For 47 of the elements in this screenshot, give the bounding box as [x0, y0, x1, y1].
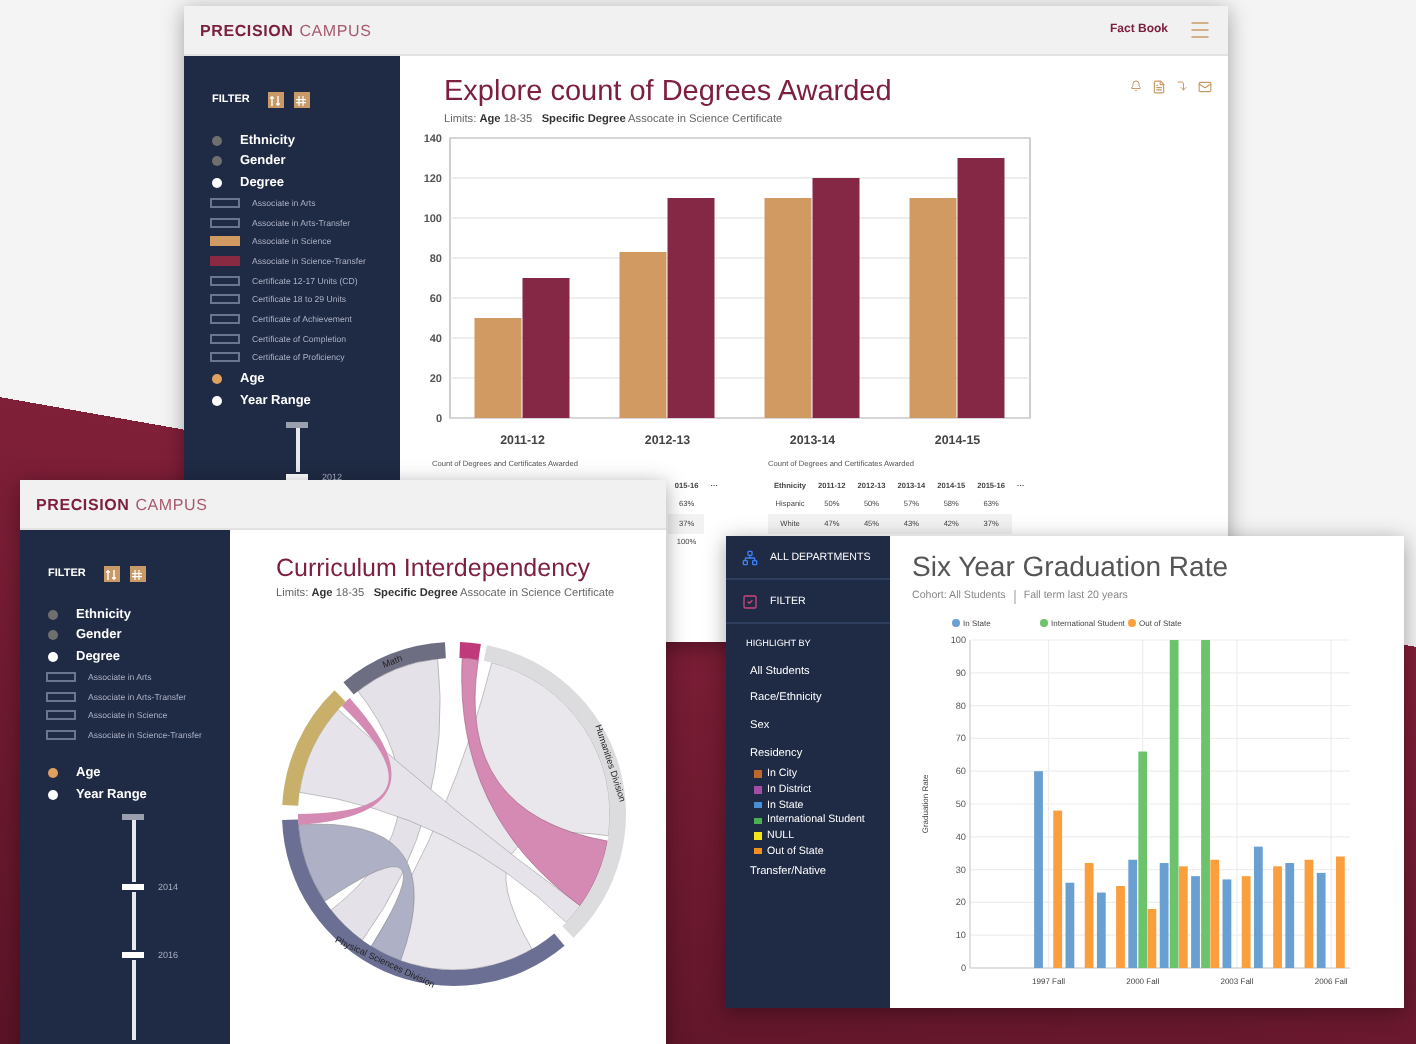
filter-toggle-button[interactable]	[293, 92, 310, 108]
hash-icon	[296, 95, 307, 105]
slider-handle[interactable]	[122, 952, 144, 959]
bar	[522, 278, 570, 418]
sort-icon	[106, 569, 117, 579]
slider-handle[interactable]	[122, 884, 144, 891]
filter-toggle-button[interactable]	[103, 566, 120, 582]
document-icon[interactable]	[1152, 80, 1166, 94]
page-title: Explore count of Degrees Awarded	[444, 76, 892, 108]
filter-toggle-button[interactable]	[267, 92, 284, 108]
degree-swatch[interactable]	[46, 729, 76, 740]
legend-dot	[1128, 619, 1136, 627]
bar	[1116, 886, 1125, 968]
brand-logo: PRECISION CAMPUS	[200, 21, 372, 39]
mail-icon[interactable]	[1198, 80, 1212, 94]
legend-dot	[1040, 619, 1048, 627]
hash-icon	[132, 569, 143, 579]
degree-swatch[interactable]	[210, 313, 240, 324]
degree-swatch[interactable]	[210, 255, 240, 266]
degree-swatch[interactable]	[210, 294, 240, 305]
degree-swatch[interactable]	[210, 236, 240, 247]
degree-swatch[interactable]	[210, 197, 240, 208]
bar	[1273, 866, 1282, 968]
degree-swatch[interactable]	[46, 710, 76, 721]
checkbox-icon	[742, 593, 758, 609]
menu-icon[interactable]	[1188, 18, 1212, 42]
slider-handle[interactable]	[286, 421, 308, 428]
legend-dot	[952, 619, 960, 627]
bar	[474, 318, 522, 418]
slider-handle[interactable]	[122, 814, 144, 821]
degree-swatch[interactable]	[210, 333, 240, 344]
hierarchy-icon	[742, 549, 758, 565]
degree-swatch[interactable]	[46, 691, 76, 702]
arrow-icon[interactable]	[1176, 80, 1188, 92]
degree-swatch[interactable]	[46, 671, 76, 682]
bar	[1285, 863, 1295, 968]
bar	[1335, 856, 1345, 968]
filter-toggle-button[interactable]	[129, 566, 146, 582]
page-title: Six Year Graduation Rate	[912, 550, 1230, 582]
degree-swatch[interactable]	[210, 352, 240, 363]
degree-swatch[interactable]	[210, 275, 240, 286]
sort-icon	[270, 95, 281, 105]
bell-icon[interactable]	[1130, 80, 1142, 92]
degree-swatch[interactable]	[210, 217, 240, 228]
slider-handle[interactable]	[286, 473, 308, 480]
page-title: Curriculum Interdependency	[276, 554, 593, 582]
brand-logo: PRECISION CAMPUS	[36, 495, 208, 513]
